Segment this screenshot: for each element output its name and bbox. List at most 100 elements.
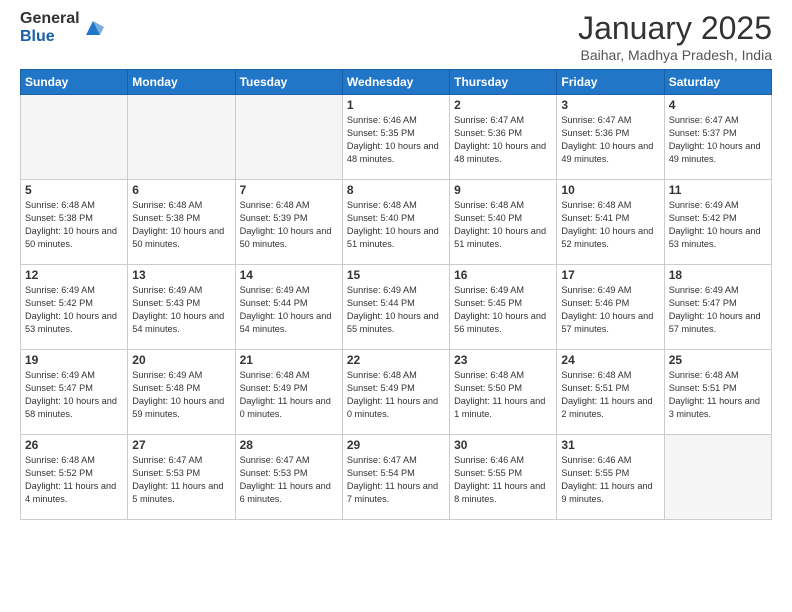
daylight-text: Daylight: 10 hours and 50 minutes. xyxy=(240,225,338,251)
sunrise-text: Sunrise: 6:48 AM xyxy=(240,199,338,212)
sunrise-text: Sunrise: 6:47 AM xyxy=(347,454,445,467)
sunrise-text: Sunrise: 6:49 AM xyxy=(25,369,123,382)
day-number: 19 xyxy=(25,353,123,367)
day-number: 6 xyxy=(132,183,230,197)
table-row: 24 Sunrise: 6:48 AMSunset: 5:51 PMDayligh… xyxy=(557,350,664,435)
day-number: 16 xyxy=(454,268,552,282)
cell-info: Sunrise: 6:46 AMSunset: 5:55 PMDaylight:… xyxy=(561,454,659,506)
day-number: 24 xyxy=(561,353,659,367)
header-sunday: Sunday xyxy=(21,70,128,95)
sunset-text: Sunset: 5:53 PM xyxy=(240,467,338,480)
daylight-text: Daylight: 10 hours and 54 minutes. xyxy=(132,310,230,336)
day-number: 10 xyxy=(561,183,659,197)
cell-info: Sunrise: 6:46 AMSunset: 5:35 PMDaylight:… xyxy=(347,114,445,166)
header-saturday: Saturday xyxy=(664,70,771,95)
sunset-text: Sunset: 5:53 PM xyxy=(132,467,230,480)
day-number: 31 xyxy=(561,438,659,452)
day-number: 3 xyxy=(561,98,659,112)
cell-info: Sunrise: 6:49 AMSunset: 5:42 PMDaylight:… xyxy=(669,199,767,251)
day-number: 9 xyxy=(454,183,552,197)
cell-info: Sunrise: 6:48 AMSunset: 5:41 PMDaylight:… xyxy=(561,199,659,251)
day-number: 23 xyxy=(454,353,552,367)
sunset-text: Sunset: 5:55 PM xyxy=(561,467,659,480)
table-row xyxy=(128,95,235,180)
logo-icon xyxy=(82,17,104,39)
sunrise-text: Sunrise: 6:48 AM xyxy=(347,369,445,382)
logo-blue: Blue xyxy=(20,28,80,46)
cell-info: Sunrise: 6:48 AMSunset: 5:49 PMDaylight:… xyxy=(347,369,445,421)
header-friday: Friday xyxy=(557,70,664,95)
daylight-text: Daylight: 10 hours and 55 minutes. xyxy=(347,310,445,336)
day-number: 11 xyxy=(669,183,767,197)
daylight-text: Daylight: 10 hours and 51 minutes. xyxy=(347,225,445,251)
cell-info: Sunrise: 6:49 AMSunset: 5:43 PMDaylight:… xyxy=(132,284,230,336)
table-row: 11 Sunrise: 6:49 AMSunset: 5:42 PMDayligh… xyxy=(664,180,771,265)
sunrise-text: Sunrise: 6:48 AM xyxy=(240,369,338,382)
cell-info: Sunrise: 6:48 AMSunset: 5:51 PMDaylight:… xyxy=(561,369,659,421)
cell-info: Sunrise: 6:49 AMSunset: 5:48 PMDaylight:… xyxy=(132,369,230,421)
sunrise-text: Sunrise: 6:49 AM xyxy=(669,199,767,212)
header-thursday: Thursday xyxy=(450,70,557,95)
table-row: 2Sunrise: 6:47 AMSunset: 5:36 PMDaylight… xyxy=(450,95,557,180)
cell-info: Sunrise: 6:48 AMSunset: 5:38 PMDaylight:… xyxy=(132,199,230,251)
day-number: 5 xyxy=(25,183,123,197)
table-row: 20Sunrise: 6:49 AMSunset: 5:48 PMDayligh… xyxy=(128,350,235,435)
table-row: 29Sunrise: 6:47 AMSunset: 5:54 PMDayligh… xyxy=(342,435,449,520)
daylight-text: Daylight: 10 hours and 50 minutes. xyxy=(25,225,123,251)
table-row: 27Sunrise: 6:47 AMSunset: 5:53 PMDayligh… xyxy=(128,435,235,520)
table-row: 15Sunrise: 6:49 AMSunset: 5:44 PMDayligh… xyxy=(342,265,449,350)
sunset-text: Sunset: 5:44 PM xyxy=(347,297,445,310)
daylight-text: Daylight: 11 hours and 9 minutes. xyxy=(561,480,659,506)
day-number: 14 xyxy=(240,268,338,282)
daylight-text: Daylight: 10 hours and 57 minutes. xyxy=(669,310,767,336)
daylight-text: Daylight: 11 hours and 1 minute. xyxy=(454,395,552,421)
table-row: 13Sunrise: 6:49 AMSunset: 5:43 PMDayligh… xyxy=(128,265,235,350)
table-row xyxy=(664,435,771,520)
day-number: 17 xyxy=(561,268,659,282)
sunrise-text: Sunrise: 6:47 AM xyxy=(561,114,659,127)
table-row: 18Sunrise: 6:49 AMSunset: 5:47 PMDayligh… xyxy=(664,265,771,350)
cell-info: Sunrise: 6:48 AMSunset: 5:40 PMDaylight:… xyxy=(454,199,552,251)
cell-info: Sunrise: 6:49 AMSunset: 5:44 PMDaylight:… xyxy=(347,284,445,336)
sunrise-text: Sunrise: 6:48 AM xyxy=(561,369,659,382)
table-row: 31 Sunrise: 6:46 AMSunset: 5:55 PMDayligh… xyxy=(557,435,664,520)
week-row-3: 12Sunrise: 6:49 AMSunset: 5:42 PMDayligh… xyxy=(21,265,772,350)
calendar-table: Sunday Monday Tuesday Wednesday Thursday… xyxy=(20,69,772,520)
sunrise-text: Sunrise: 6:49 AM xyxy=(561,284,659,297)
day-number: 4 xyxy=(669,98,767,112)
table-row: 3Sunrise: 6:47 AMSunset: 5:36 PMDaylight… xyxy=(557,95,664,180)
table-row: 4 Sunrise: 6:47 AMSunset: 5:37 PMDaylight… xyxy=(664,95,771,180)
table-row: 12Sunrise: 6:49 AMSunset: 5:42 PMDayligh… xyxy=(21,265,128,350)
location-title: Baihar, Madhya Pradesh, India xyxy=(578,47,772,63)
cell-info: Sunrise: 6:47 AMSunset: 5:54 PMDaylight:… xyxy=(347,454,445,506)
day-number: 21 xyxy=(240,353,338,367)
sunrise-text: Sunrise: 6:46 AM xyxy=(347,114,445,127)
day-number: 2 xyxy=(454,98,552,112)
day-number: 22 xyxy=(347,353,445,367)
sunset-text: Sunset: 5:46 PM xyxy=(561,297,659,310)
cell-info: Sunrise: 6:48 AMSunset: 5:49 PMDaylight:… xyxy=(240,369,338,421)
cell-info: Sunrise: 6:47 AMSunset: 5:37 PMDaylight:… xyxy=(669,114,767,166)
sunset-text: Sunset: 5:52 PM xyxy=(25,467,123,480)
sunrise-text: Sunrise: 6:49 AM xyxy=(240,284,338,297)
day-number: 26 xyxy=(25,438,123,452)
week-row-5: 26Sunrise: 6:48 AMSunset: 5:52 PMDayligh… xyxy=(21,435,772,520)
header-wednesday: Wednesday xyxy=(342,70,449,95)
table-row: 21 Sunrise: 6:48 AMSunset: 5:49 PMDayligh… xyxy=(235,350,342,435)
sunrise-text: Sunrise: 6:48 AM xyxy=(669,369,767,382)
table-row: 8Sunrise: 6:48 AMSunset: 5:40 PMDaylight… xyxy=(342,180,449,265)
daylight-text: Daylight: 11 hours and 4 minutes. xyxy=(25,480,123,506)
daylight-text: Daylight: 10 hours and 56 minutes. xyxy=(454,310,552,336)
sunset-text: Sunset: 5:41 PM xyxy=(561,212,659,225)
sunset-text: Sunset: 5:38 PM xyxy=(25,212,123,225)
sunrise-text: Sunrise: 6:48 AM xyxy=(25,199,123,212)
table-row: 9 Sunrise: 6:48 AMSunset: 5:40 PMDaylight… xyxy=(450,180,557,265)
table-row: 22 Sunrise: 6:48 AMSunset: 5:49 PMDayligh… xyxy=(342,350,449,435)
cell-info: Sunrise: 6:49 AMSunset: 5:46 PMDaylight:… xyxy=(561,284,659,336)
logo: General Blue xyxy=(20,10,104,45)
daylight-text: Daylight: 10 hours and 51 minutes. xyxy=(454,225,552,251)
sunrise-text: Sunrise: 6:48 AM xyxy=(454,199,552,212)
daylight-text: Daylight: 11 hours and 2 minutes. xyxy=(561,395,659,421)
logo-general: General xyxy=(20,10,80,28)
sunset-text: Sunset: 5:44 PM xyxy=(240,297,338,310)
